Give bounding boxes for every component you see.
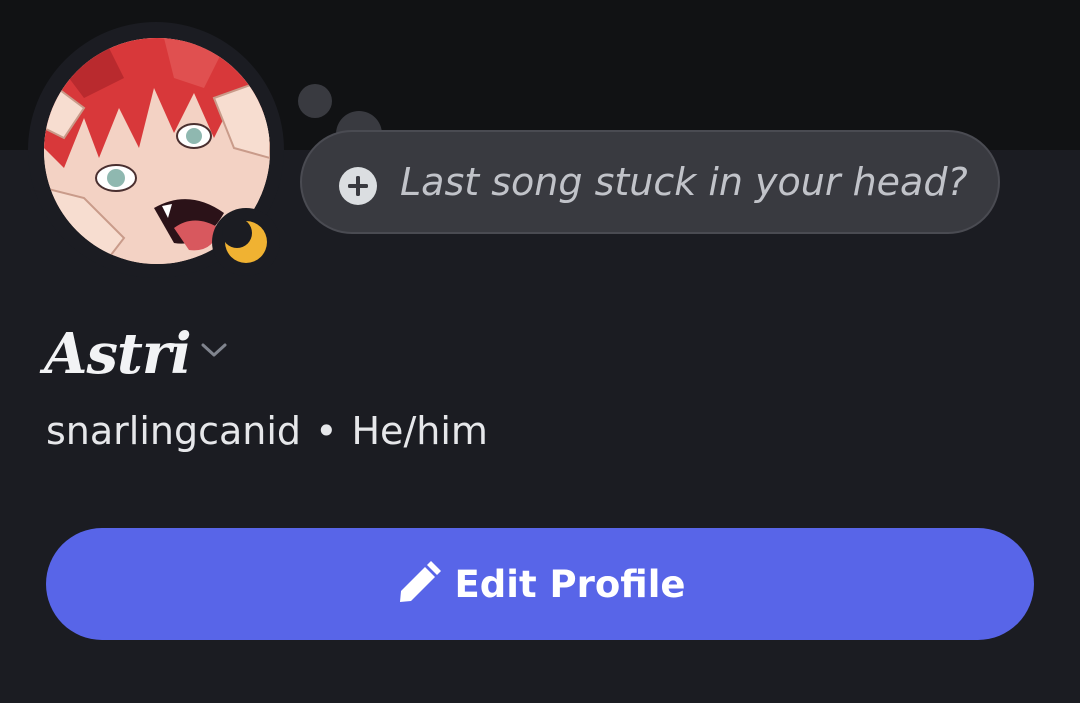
plus-circle-icon: [339, 167, 377, 205]
status-bubble-dot-small: [298, 84, 332, 118]
status-prompt-text: Last song stuck in your head?: [400, 160, 968, 204]
edit-profile-button[interactable]: Edit Profile: [46, 528, 1034, 640]
separator-dot: •: [315, 409, 338, 453]
username: snarlingcanid: [46, 409, 302, 453]
pronouns: He/him: [351, 409, 488, 453]
handle-row: snarlingcanid • He/him: [46, 408, 488, 454]
custom-status-bubble[interactable]: Last song stuck in your head?: [300, 130, 1000, 234]
pencil-icon: [399, 561, 441, 602]
edit-profile-label: Edit Profile: [454, 562, 686, 606]
display-name: Astri: [44, 321, 192, 387]
chevron-down-icon[interactable]: [198, 338, 230, 362]
moon-icon: [222, 218, 267, 263]
